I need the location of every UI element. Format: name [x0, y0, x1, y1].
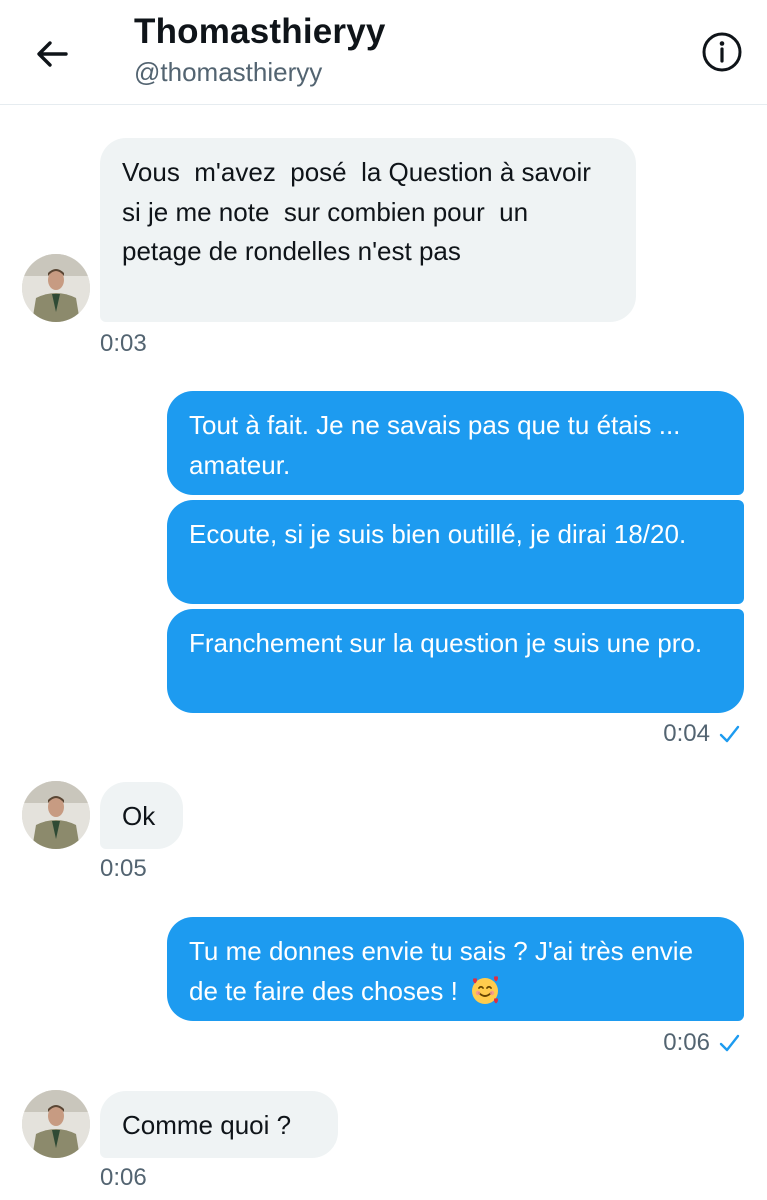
message-bubble-incoming[interactable]: Vous m'avez posé la Question à savoir si… [100, 138, 636, 322]
message-bubble-outgoing[interactable]: Tout à fait. Je ne savais pas que tu éta… [167, 391, 744, 495]
message-timestamp-row: 0:06 [663, 1029, 740, 1057]
message-text: Ecoute, si je suis bien outillé, je dira… [189, 519, 687, 549]
message-text: Ok [122, 801, 156, 831]
avatar-image [22, 1090, 90, 1158]
conversation-header: Thomasthieryy @thomasthieryy [0, 0, 767, 105]
message-bubble-incoming[interactable]: Comme quoi ? [100, 1091, 338, 1158]
message-text: Franchement sur la question je suis une … [189, 628, 703, 658]
message-timestamp: 0:04 [663, 720, 710, 747]
message-text: Tu me donnes envie tu sais ? J'ai très e… [189, 936, 694, 1006]
message-bubble-outgoing[interactable]: Tu me donnes envie tu sais ? J'ai très e… [167, 917, 744, 1021]
avatar[interactable] [22, 781, 90, 849]
avatar[interactable] [22, 1090, 90, 1158]
message-text: Tout à fait. Je ne savais pas que tu éta… [189, 410, 681, 480]
message-text: Comme quoi ? [122, 1110, 292, 1140]
back-button[interactable] [30, 32, 74, 76]
message-text: Vous m'avez posé la Question à savoir si… [122, 157, 606, 266]
info-icon [702, 32, 742, 72]
info-button[interactable] [700, 30, 744, 74]
conversation-name[interactable]: Thomasthieryy [134, 12, 386, 52]
message-timestamp: 0:06 [100, 1164, 147, 1191]
message-bubble-outgoing[interactable]: Franchement sur la question je suis une … [167, 609, 744, 713]
sent-check-icon [719, 725, 740, 743]
conversation-handle: @thomasthieryy [134, 57, 323, 87]
message-timestamp: 0:03 [100, 330, 147, 357]
message-timestamp-row: 0:04 [663, 720, 740, 748]
smiling-face-with-hearts-emoji [472, 975, 499, 1004]
message-bubble-incoming[interactable]: Ok [100, 782, 183, 849]
avatar-image [22, 781, 90, 849]
avatar-image [22, 254, 90, 322]
message-timestamp: 0:05 [100, 855, 147, 882]
message-bubble-outgoing[interactable]: Ecoute, si je suis bien outillé, je dira… [167, 500, 744, 604]
sent-check-icon [719, 1034, 740, 1052]
arrow-left-icon [37, 41, 68, 67]
message-timestamp: 0:06 [663, 1029, 710, 1056]
avatar[interactable] [22, 254, 90, 322]
